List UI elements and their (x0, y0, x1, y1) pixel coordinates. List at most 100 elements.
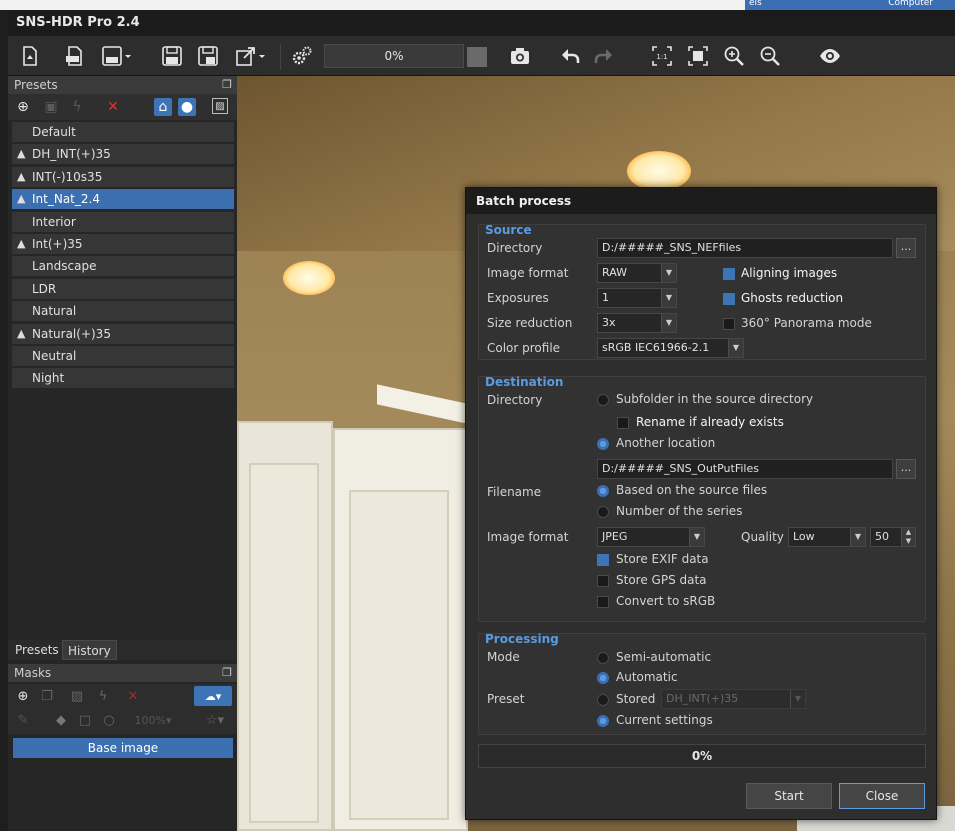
save-sns-icon[interactable] (96, 42, 136, 70)
start-button[interactable]: Start (746, 783, 832, 809)
current-settings-label: Current settings (616, 713, 713, 727)
source-image-format-label: Image format (487, 266, 569, 280)
update-preset-icon[interactable]: ϟ (68, 98, 86, 116)
mask-image-icon[interactable]: ▨ (68, 687, 86, 705)
redo-icon[interactable] (590, 42, 618, 70)
preset-item-int-10s35[interactable]: ▲ INT(-)10s35 (12, 166, 234, 187)
number-of-series-radio[interactable] (597, 506, 609, 518)
preset-label: Default (32, 125, 76, 139)
tab-history[interactable]: History (62, 640, 117, 660)
preset-item-natural-35[interactable]: ▲ Natural(+)35 (12, 323, 234, 344)
destination-browse-button[interactable]: ... (896, 459, 916, 479)
preset-item-night[interactable]: Night (12, 368, 234, 389)
rectangle-tool-icon[interactable]: □ (76, 711, 94, 729)
user-icon: ▲ (17, 169, 26, 183)
ghosts-reduction-checkbox[interactable] (723, 293, 735, 305)
tab-presets[interactable]: Presets (10, 640, 64, 660)
save-as-icon[interactable] (194, 42, 222, 70)
settings-gears-icon[interactable] (288, 42, 316, 70)
preset-item-dh-int-35[interactable]: ▲ DH_INT(+)35 (12, 144, 234, 165)
destination-directory-field[interactable]: D:/#####_SNS_OutPutFiles (597, 459, 893, 479)
preset-item-int-35[interactable]: ▲ Int(+)35 (12, 233, 234, 254)
aligning-images-checkbox[interactable] (723, 268, 735, 280)
circle-tool-icon[interactable]: ○ (100, 711, 118, 729)
panorama-mode-checkbox[interactable] (723, 318, 735, 330)
float-masks-icon[interactable]: ❐ (222, 664, 232, 682)
rename-checkbox[interactable] (617, 417, 629, 429)
convert-srgb-checkbox[interactable] (597, 596, 609, 608)
main-toolbar: 0% 1:1 (8, 36, 955, 76)
user-presets-icon[interactable]: ● (178, 98, 196, 116)
color-profile-select[interactable]: sRGB IEC61966-2.1 ▼ (597, 338, 744, 358)
source-browse-button[interactable]: ... (896, 238, 916, 258)
update-mask-icon[interactable]: ϟ (94, 687, 112, 705)
preset-label: INT(-)10s35 (32, 169, 103, 184)
stored-preset-label: Stored (616, 692, 656, 706)
save-preset-icon[interactable]: ▣ (42, 98, 60, 116)
preset-item-int-nat-2-4[interactable]: ▲ Int_Nat_2.4 (12, 189, 234, 210)
zoom-out-icon[interactable] (756, 42, 784, 70)
preview-eye-icon[interactable] (816, 42, 844, 70)
chevron-down-icon: ▼ (661, 264, 676, 282)
zoom-in-icon[interactable] (720, 42, 748, 70)
undo-icon[interactable] (556, 42, 584, 70)
exposures-select[interactable]: 1 ▼ (597, 288, 677, 308)
preset-item-natural[interactable]: Natural (12, 301, 234, 322)
store-gps-checkbox[interactable] (597, 575, 609, 587)
color-profile-value: sRGB IEC61966-2.1 (602, 341, 710, 354)
brush-icon[interactable]: ✎ (14, 711, 32, 729)
subfolder-radio[interactable] (597, 394, 609, 406)
processing-title: Processing (485, 632, 559, 646)
stop-icon[interactable] (467, 47, 487, 67)
stored-preset-radio[interactable] (597, 694, 609, 706)
size-reduction-select[interactable]: 3x ▼ (597, 313, 677, 333)
spinner-arrows-icon[interactable]: ▲ ▼ (901, 528, 915, 546)
quality-select[interactable]: Low ▼ (788, 527, 866, 547)
destination-image-format-select[interactable]: JPEG ▼ (597, 527, 705, 547)
save-icon[interactable] (158, 42, 186, 70)
actual-size-icon[interactable]: 1:1 (648, 42, 676, 70)
preset-item-interior[interactable]: Interior (12, 211, 234, 232)
source-directory-field[interactable]: D:/#####_SNS_NEFfiles (597, 238, 893, 258)
camera-icon[interactable] (506, 42, 534, 70)
chevron-down-icon: ▼ (689, 528, 704, 546)
delete-mask-icon[interactable]: ✕ (124, 687, 142, 705)
open-batch-icon[interactable] (60, 42, 88, 70)
preset-item-ldr[interactable]: LDR (12, 278, 234, 299)
semi-automatic-radio[interactable] (597, 652, 609, 664)
add-mask-icon[interactable]: ⊕ (14, 687, 32, 705)
home-presets-icon[interactable]: ⌂ (154, 98, 172, 116)
image-presets-icon[interactable]: ▨ (212, 98, 228, 114)
left-panel: Presets ❐ ⊕ ▣ ϟ ✕ ⌂ ● ▨ Default ▲ DH_INT(… (8, 76, 238, 831)
os-background-strip: els Computer (0, 0, 955, 10)
fit-screen-icon[interactable] (684, 42, 712, 70)
mask-zoom-select[interactable]: 100% ▾ (130, 711, 176, 729)
base-image-layer[interactable]: Base image (13, 738, 233, 758)
size-reduction-label: Size reduction (487, 316, 573, 330)
store-exif-checkbox[interactable] (597, 554, 609, 566)
based-on-source-radio[interactable] (597, 485, 609, 497)
fill-bucket-icon[interactable]: ◆ (52, 711, 70, 729)
preset-label: Neutral (32, 348, 77, 363)
stored-preset-select[interactable]: DH_INT(+)35 ▼ (661, 689, 806, 709)
quality-value: Low (793, 530, 815, 543)
quality-number-spinner[interactable]: 50 ▲ ▼ (870, 527, 916, 547)
star-dropdown-icon[interactable]: ☆▾ (200, 711, 230, 729)
presets-panel-header: Presets ❐ (8, 76, 238, 94)
automatic-radio[interactable] (597, 672, 609, 684)
current-settings-radio[interactable] (597, 715, 609, 727)
close-button[interactable]: Close (839, 783, 925, 809)
source-image-format-select[interactable]: RAW ▼ (597, 263, 677, 283)
open-file-icon[interactable] (16, 42, 44, 70)
preset-item-default[interactable]: Default (12, 122, 234, 142)
delete-preset-icon[interactable]: ✕ (104, 98, 122, 116)
preset-item-landscape[interactable]: Landscape (12, 256, 234, 277)
cabinet-panel (249, 463, 319, 823)
another-location-radio[interactable] (597, 438, 609, 450)
export-icon[interactable] (230, 42, 270, 70)
add-preset-icon[interactable]: ⊕ (14, 98, 32, 116)
preset-item-neutral[interactable]: Neutral (12, 345, 234, 366)
cloud-dropdown-icon[interactable]: ☁▾ (194, 686, 232, 706)
float-panel-icon[interactable]: ❐ (222, 76, 232, 94)
duplicate-mask-icon[interactable]: ❐ (38, 687, 56, 705)
